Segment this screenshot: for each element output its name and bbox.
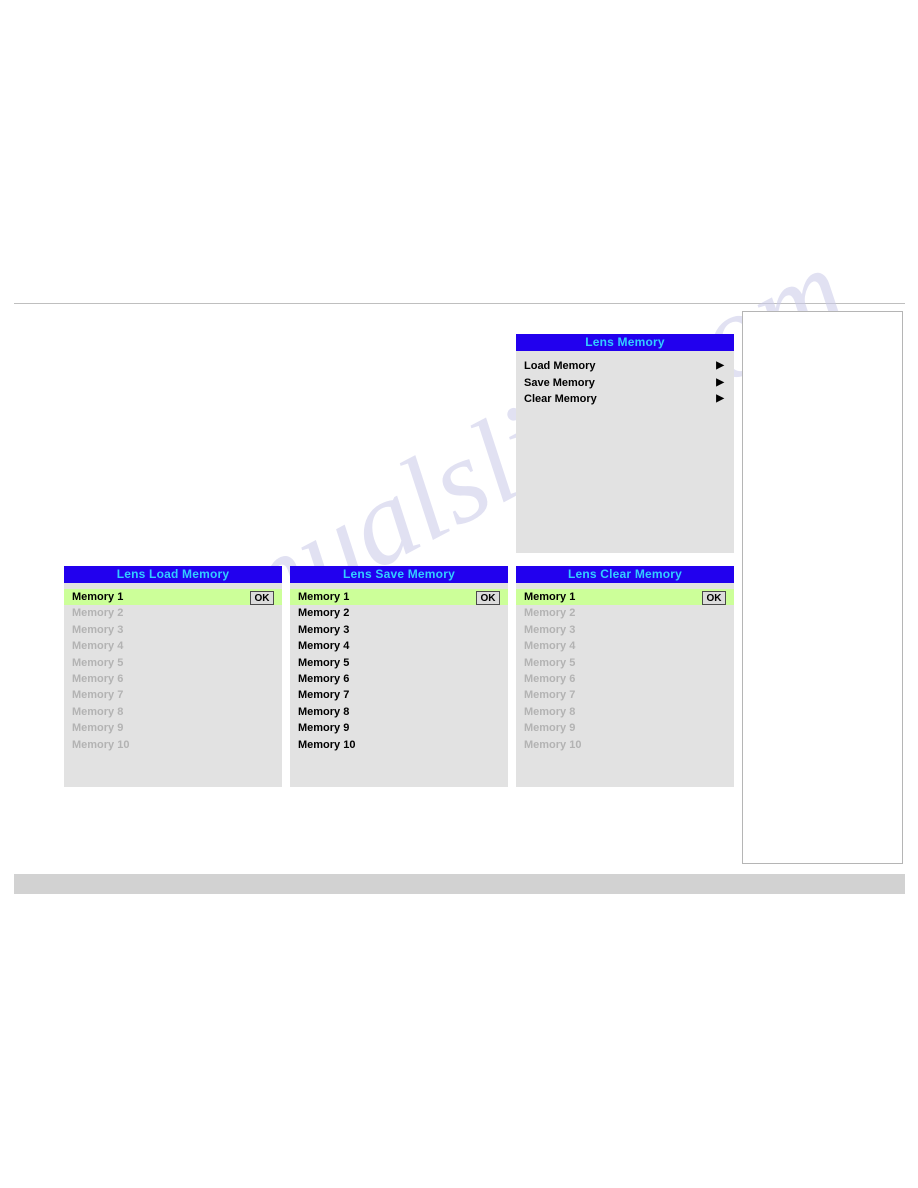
- memory-list-item: Memory 3: [64, 622, 282, 638]
- ok-button[interactable]: OK: [702, 590, 726, 605]
- memory-list-item-label: Memory 5: [524, 656, 576, 669]
- memory-list-item-label: Memory 10: [72, 738, 130, 751]
- memory-list-item: Memory 5: [64, 655, 282, 671]
- memory-list-item-label: Memory 6: [298, 672, 350, 685]
- memory-list-item-label: Memory 1: [524, 591, 576, 603]
- memory-list-item[interactable]: Memory 1 OK: [516, 589, 734, 606]
- memory-list-item-label: Memory 6: [524, 672, 576, 685]
- memory-list-item: Memory 9: [64, 720, 282, 736]
- memory-list-item: Memory 8: [516, 704, 734, 720]
- memory-list-item-label: Memory 2: [298, 607, 350, 620]
- lens-save-memory-list: Memory 1 OK Memory 2 Memory 3 Memory 4 Memory…: [290, 583, 508, 753]
- page-divider-rule: [14, 303, 905, 304]
- memory-list-item: Memory 3: [516, 622, 734, 638]
- memory-list-item: Memory 2: [516, 605, 734, 621]
- memory-list-item[interactable]: Memory 3: [290, 622, 508, 638]
- lens-load-memory-list: Memory 1 OK Memory 2 Memory 3 Memory 4 Memory…: [64, 583, 282, 753]
- memory-list-item[interactable]: Memory 6: [290, 671, 508, 687]
- memory-list-item: Memory 8: [64, 704, 282, 720]
- menu-item-save-memory-label: Save Memory: [524, 376, 595, 389]
- memory-list-item-label: Memory 9: [524, 722, 576, 735]
- memory-list-item: Memory 10: [64, 737, 282, 753]
- memory-list-item[interactable]: Memory 5: [290, 655, 508, 671]
- memory-list-item-label: Memory 4: [298, 640, 350, 653]
- memory-list-item-label: Memory 8: [298, 705, 350, 718]
- memory-list-item-label: Memory 8: [524, 705, 576, 718]
- triangle-right-icon: ▶: [716, 376, 724, 388]
- lens-clear-memory-title: Lens Clear Memory: [516, 566, 734, 583]
- memory-list-item: Memory 9: [516, 720, 734, 736]
- lens-save-memory-title: Lens Save Memory: [290, 566, 508, 583]
- lens-memory-menu-body: Load Memory ▶ Save Memory ▶ Clear Memory…: [516, 358, 734, 408]
- memory-list-item[interactable]: Memory 9: [290, 720, 508, 736]
- memory-list-item-label: Memory 3: [72, 623, 124, 636]
- memory-list-item[interactable]: Memory 2: [290, 605, 508, 621]
- memory-list-item-label: Memory 1: [72, 591, 124, 603]
- memory-list-item-label: Memory 4: [524, 640, 576, 653]
- memory-list-item-label: Memory 9: [298, 722, 350, 735]
- memory-list-item-label: Memory 3: [298, 623, 350, 636]
- lens-save-memory-panel: Lens Save Memory Memory 1 OK Memory 2 Memor…: [290, 566, 508, 787]
- memory-list-item-label: Memory 7: [298, 689, 350, 702]
- memory-list-item[interactable]: Memory 1 OK: [290, 589, 508, 606]
- memory-list-item: Memory 4: [64, 638, 282, 654]
- memory-list-item: Memory 4: [516, 638, 734, 654]
- menu-item-clear-memory[interactable]: Clear Memory ▶: [516, 391, 734, 408]
- triangle-right-icon: ▶: [716, 393, 724, 404]
- memory-list-item[interactable]: Memory 7: [290, 687, 508, 703]
- memory-list-item: Memory 10: [516, 737, 734, 753]
- memory-list-item: Memory 6: [64, 671, 282, 687]
- menu-item-save-memory[interactable]: Save Memory ▶: [516, 375, 734, 392]
- menu-item-load-memory[interactable]: Load Memory ▶: [516, 358, 734, 375]
- memory-list-item: Memory 7: [64, 687, 282, 703]
- memory-list-item-label: Memory 7: [72, 689, 124, 702]
- memory-list-item: Memory 7: [516, 687, 734, 703]
- lens-memory-menu-title: Lens Memory: [516, 334, 734, 351]
- memory-list-item-label: Memory 1: [298, 591, 350, 603]
- memory-list-item-label: Memory 5: [298, 656, 350, 669]
- memory-list-item-label: Memory 2: [524, 607, 576, 620]
- triangle-right-icon: ▶: [716, 360, 724, 371]
- memory-list-item-label: Memory 3: [524, 623, 576, 636]
- ok-button[interactable]: OK: [476, 590, 500, 605]
- memory-list-item[interactable]: Memory 8: [290, 704, 508, 720]
- menu-item-clear-memory-label: Clear Memory: [524, 393, 597, 405]
- menu-item-load-memory-label: Load Memory: [524, 360, 596, 372]
- memory-list-item-label: Memory 2: [72, 607, 124, 620]
- memory-list-item-label: Memory 10: [298, 738, 356, 751]
- memory-list-item[interactable]: Memory 4: [290, 638, 508, 654]
- memory-list-item-label: Memory 7: [524, 689, 576, 702]
- lens-clear-memory-panel: Lens Clear Memory Memory 1 OK Memory 2 Memo…: [516, 566, 734, 787]
- lens-load-memory-panel: Lens Load Memory Memory 1 OK Memory 2 Memor…: [64, 566, 282, 787]
- memory-list-item[interactable]: Memory 10: [290, 737, 508, 753]
- memory-list-item-label: Memory 4: [72, 640, 124, 653]
- memory-list-item-label: Memory 9: [72, 722, 124, 735]
- memory-list-item: Memory 6: [516, 671, 734, 687]
- page-footer-bar: [14, 874, 905, 894]
- memory-list-item-label: Memory 5: [72, 656, 124, 669]
- memory-list-item-label: Memory 6: [72, 672, 124, 685]
- memory-list-item-label: Memory 8: [72, 705, 124, 718]
- lens-clear-memory-list: Memory 1 OK Memory 2 Memory 3 Memory 4 Memory…: [516, 583, 734, 753]
- side-note-box: [742, 311, 903, 864]
- memory-list-item: Memory 2: [64, 605, 282, 621]
- lens-memory-menu: Lens Memory Load Memory ▶ Save Memory ▶ …: [516, 334, 734, 553]
- memory-list-item-label: Memory 10: [524, 738, 582, 751]
- ok-button[interactable]: OK: [250, 590, 274, 605]
- lens-load-memory-title: Lens Load Memory: [64, 566, 282, 583]
- memory-list-item[interactable]: Memory 1 OK: [64, 589, 282, 606]
- memory-list-item: Memory 5: [516, 655, 734, 671]
